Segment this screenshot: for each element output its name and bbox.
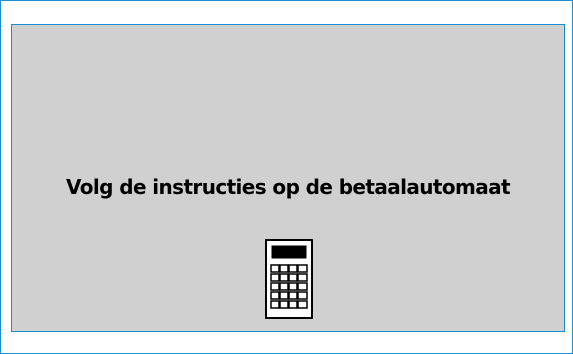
dialog-window: Volg de instructies op de betaalautomaat — [0, 0, 573, 354]
payment-terminal-icon — [265, 239, 313, 319]
instruction-message: Volg de instructies op de betaalautomaat — [65, 175, 511, 199]
instruction-panel: Volg de instructies op de betaalautomaat — [11, 24, 565, 332]
